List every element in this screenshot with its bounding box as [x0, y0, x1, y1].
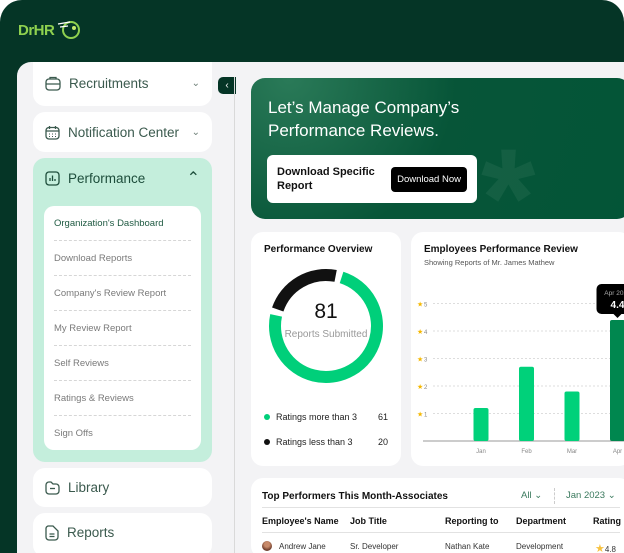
filter-divider	[554, 488, 555, 504]
star-icon: ★	[595, 543, 605, 553]
download-report-card: Download Specific Report Download Now	[267, 155, 477, 203]
y-tick-label: 5	[424, 303, 428, 309]
performance-toggle[interactable]: Performance ⌃	[33, 158, 212, 198]
logo-text: DrHR	[18, 21, 55, 39]
filter-all-dropdown[interactable]: All ⌄	[521, 490, 542, 501]
calendar-icon	[45, 125, 60, 140]
overview-title: Performance Overview	[264, 244, 373, 255]
download-card-text: Download Specific Report	[277, 166, 375, 192]
submenu-item[interactable]: Self Reviews	[54, 346, 191, 381]
y-tick-label: 3	[424, 358, 428, 364]
document-icon	[45, 525, 59, 541]
divider	[262, 532, 620, 533]
employee-performance-card: Employees Performance Review Showing Rep…	[411, 232, 624, 466]
submenu-item[interactable]: My Review Report	[54, 311, 191, 346]
performance-overview-card: Performance Overview 81 Reports Submitte…	[251, 232, 401, 466]
chevron-left-icon: ‹	[225, 80, 229, 91]
tooltip-arrow	[613, 314, 622, 318]
sidebar-item-reports[interactable]: Reports	[33, 513, 212, 553]
bar-jan	[473, 408, 489, 441]
sidebar-item-library[interactable]: Library	[33, 468, 212, 507]
bar-feb	[519, 366, 534, 441]
chevron-down-icon: ⌄	[607, 490, 616, 501]
legend-dot-green	[264, 414, 270, 420]
chevron-up-icon: ⌃	[186, 170, 200, 187]
folder-icon	[45, 480, 60, 495]
chevron-down-icon: ⌄	[191, 77, 200, 89]
col-header-name: Employee's Name	[262, 516, 339, 526]
brain-logo-icon	[58, 21, 81, 39]
top-performers-card: Top Performers This Month-Associates All…	[251, 478, 624, 553]
hero-banner: * Let’s Manage Company’s Performance Rev…	[251, 78, 624, 219]
tooltip-value: 4.4	[611, 300, 624, 311]
x-tick-label: Mar	[567, 449, 577, 455]
chevron-down-icon: ⌄	[534, 490, 543, 501]
table-title: Top Performers This Month-Associates	[262, 491, 448, 502]
legend-less-than-3: Ratings less than 3 20	[264, 437, 388, 447]
reports-total: 81	[314, 300, 338, 323]
legend-more-than-3: Ratings more than 3 61	[264, 412, 388, 422]
x-tick-label: Jan	[476, 449, 486, 455]
star-icon: ★	[417, 383, 423, 391]
divider	[262, 507, 620, 508]
star-icon: ★	[417, 301, 423, 309]
star-icon: ★	[417, 411, 423, 419]
submenu-item[interactable]: Ratings & Reviews	[54, 381, 191, 416]
submenu-item[interactable]: Organization's Dashboard	[54, 206, 191, 241]
logo[interactable]: DrHR	[18, 18, 82, 42]
download-now-button[interactable]: Download Now	[391, 166, 467, 192]
y-tick-label: 4	[424, 330, 428, 336]
submenu-item[interactable]: Sign Offs	[54, 416, 191, 451]
x-tick-label: Apr	[613, 449, 622, 455]
col-header-job: Job Title	[350, 516, 387, 526]
sidebar-item-recruitments[interactable]: Recruitments ⌄	[33, 62, 212, 106]
star-icon: ★	[417, 356, 423, 364]
col-header-rating: Rating	[593, 516, 621, 526]
divider	[234, 77, 235, 553]
y-tick-label: 1	[424, 413, 428, 419]
reports-total-label: Reports Submitted	[284, 329, 368, 340]
chevron-down-icon: ⌄	[191, 126, 200, 138]
x-tick-label: Feb	[521, 449, 532, 455]
tooltip-label: Apr 2023	[604, 290, 624, 297]
avatar	[262, 541, 272, 551]
briefcase-icon	[45, 76, 61, 91]
hero-title: Let’s Manage Company’s Performance Revie…	[268, 98, 460, 140]
star-icon: ★	[417, 328, 423, 336]
filter-month-dropdown[interactable]: Jan 2023 ⌄	[566, 490, 616, 501]
sidebar-item-performance: Performance ⌃ Organization's Dashboard D…	[33, 158, 212, 462]
bar-chart-icon	[45, 170, 60, 186]
col-header-department: Department	[516, 516, 567, 526]
submenu-item[interactable]: Company's Review Report	[54, 276, 191, 311]
bar-mar	[564, 391, 580, 441]
bar-apr	[610, 320, 624, 441]
donut-chart	[269, 269, 383, 383]
bar-chart: ★1★2★3★4★5JanFebMarAprApr 20234.4	[417, 284, 624, 455]
y-tick-label: 2	[424, 385, 428, 391]
col-header-reporting: Reporting to	[445, 516, 499, 526]
submenu-item[interactable]: Download Reports	[54, 241, 191, 276]
performance-submenu: Organization's Dashboard Download Report…	[44, 206, 201, 450]
sidebar: Recruitments ⌄ Notification Center ⌄ Per…	[33, 62, 213, 553]
main-panel: Recruitments ⌄ Notification Center ⌄ Per…	[17, 62, 624, 553]
sidebar-item-notification-center[interactable]: Notification Center ⌄	[33, 112, 212, 152]
legend-dot-black	[264, 439, 270, 445]
